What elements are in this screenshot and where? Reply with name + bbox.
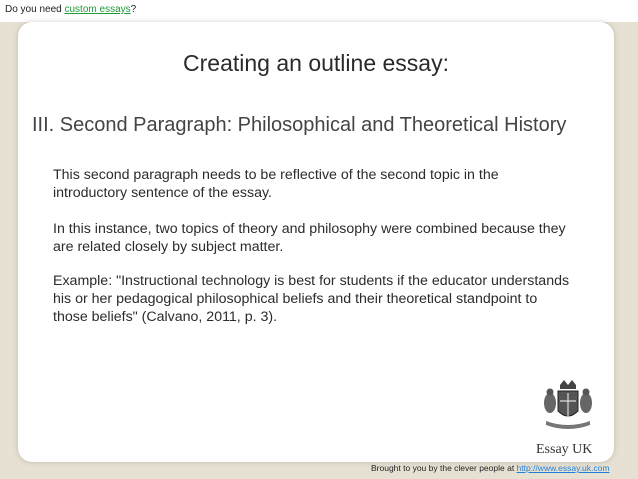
slide-title: Creating an outline essay: — [183, 50, 449, 76]
credit-prefix: Brought to you by the clever people at — [371, 463, 517, 473]
paragraph-1: This second paragraph needs to be reflec… — [53, 167, 499, 201]
paragraph-2: In this instance, two topics of theory a… — [53, 221, 566, 255]
slide-card: Creating an outline essay: III. Second P… — [18, 22, 614, 462]
logo-text: Essay UK — [536, 442, 593, 457]
paragraph-3: Example: "Instructional technology is be… — [53, 273, 570, 325]
section-heading: III. Second Paragraph: Philosophical and… — [32, 114, 567, 136]
page: Do you need custom essays? Creating an o… — [0, 0, 638, 479]
top-note-suffix: ? — [130, 4, 137, 15]
top-note-prefix: Do you need — [5, 4, 65, 15]
credit-line: Brought to you by the clever people at h… — [371, 463, 609, 473]
top-strip: Do you need custom essays? — [0, 0, 638, 22]
essay-uk-link[interactable]: http://www.essay.uk.com — [517, 463, 610, 473]
custom-essays-link[interactable]: custom essays — [65, 4, 131, 15]
top-note: Do you need custom essays? — [5, 4, 136, 15]
